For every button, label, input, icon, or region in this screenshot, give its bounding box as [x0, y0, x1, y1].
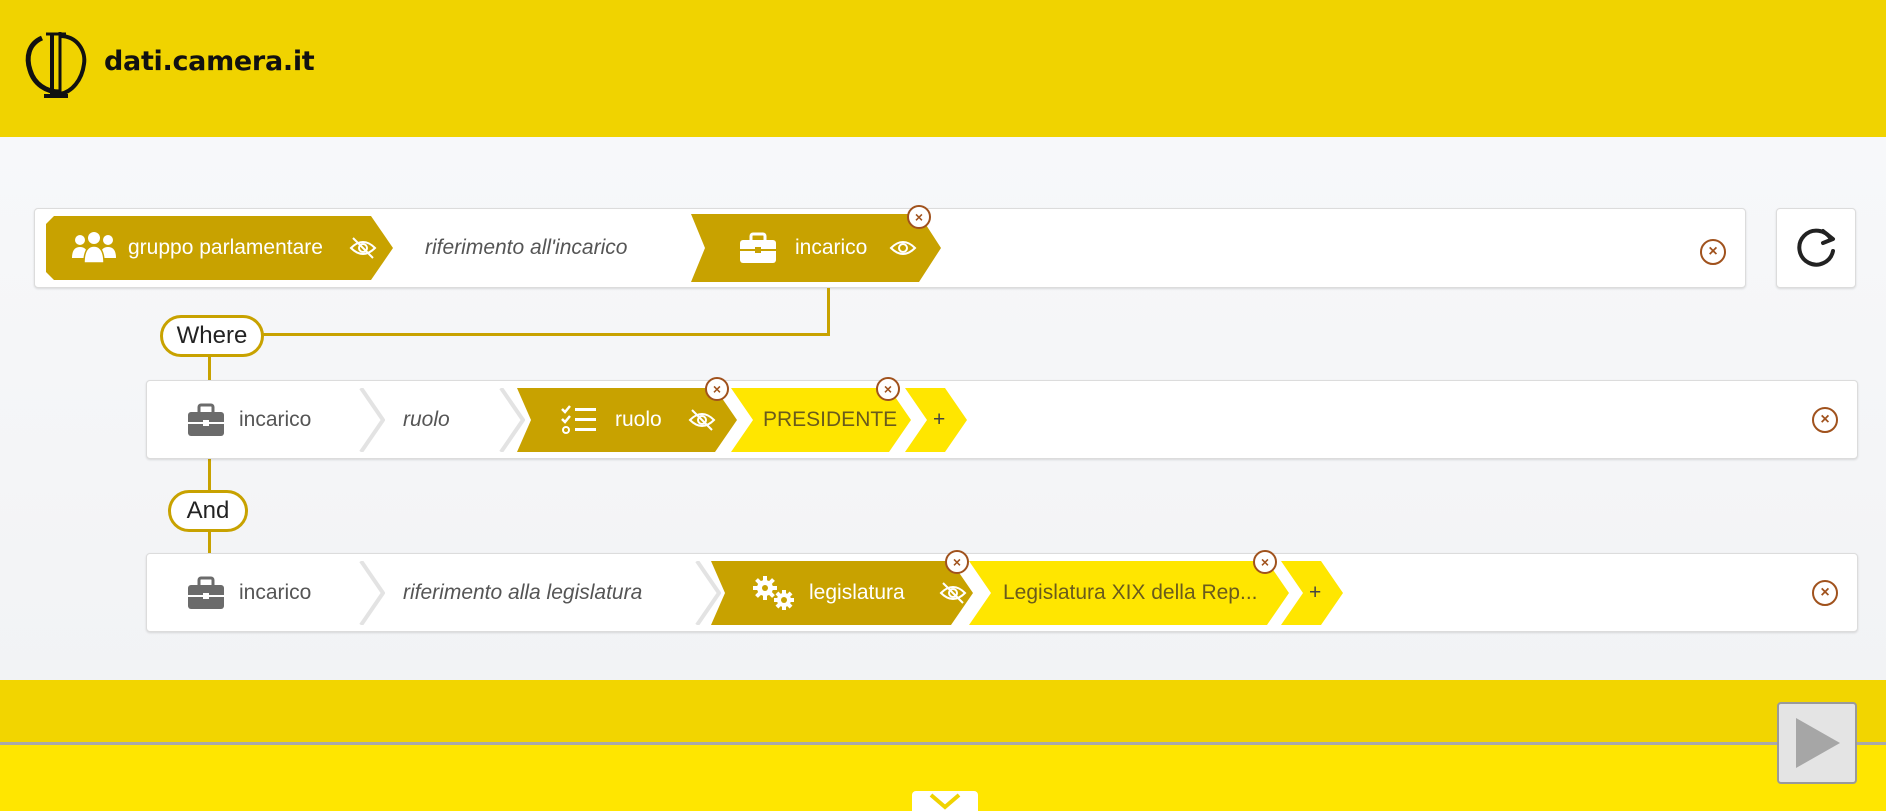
remove-object-button[interactable]: ×	[705, 377, 729, 401]
gears-icon	[751, 575, 797, 611]
briefcase-icon	[739, 232, 777, 264]
connector-line	[208, 459, 211, 491]
list-check-icon	[561, 405, 597, 435]
value-label: Legislatura XIX della Rep...	[1003, 581, 1258, 604]
object-chip-legislatura[interactable]: legislatura	[703, 561, 973, 625]
site-header: dati.camera.it	[0, 0, 1886, 137]
chevron-down-icon	[929, 793, 961, 810]
add-value-button[interactable]: +	[905, 388, 967, 452]
remove-value-button[interactable]: ×	[1253, 550, 1277, 574]
subject-label: gruppo parlamentare	[128, 236, 323, 259]
add-label: +	[933, 408, 946, 431]
connector-line	[208, 532, 211, 553]
eye-off-icon[interactable]	[939, 581, 967, 605]
value-label: PRESIDENTE	[763, 408, 898, 431]
object-chip-incarico[interactable]: incarico	[683, 214, 941, 282]
remove-object-button[interactable]: ×	[907, 205, 931, 229]
briefcase-icon	[187, 403, 225, 442]
subject-label[interactable]: incarico	[239, 388, 311, 452]
remove-object-button[interactable]: ×	[945, 550, 969, 574]
site-name[interactable]: dati.camera.it	[104, 46, 315, 77]
eye-off-icon[interactable]	[349, 236, 377, 260]
eye-icon[interactable]	[889, 238, 917, 258]
play-icon	[1796, 718, 1840, 768]
value-chip-legislatura[interactable]: Legislatura XIX della Rep...	[969, 561, 1289, 625]
connector-line	[262, 333, 830, 336]
object-label: ruolo	[615, 408, 662, 431]
group-icon	[70, 232, 118, 264]
add-value-button[interactable]: +	[1281, 561, 1343, 625]
camera-logo-icon[interactable]	[22, 28, 88, 102]
eye-off-icon[interactable]	[688, 408, 716, 432]
briefcase-icon	[187, 576, 225, 615]
connector-line	[827, 288, 830, 336]
run-query-button[interactable]	[1777, 702, 1857, 784]
remove-row-button[interactable]: ×	[1700, 239, 1726, 265]
where-badge: Where	[160, 315, 264, 357]
separator-arrow	[359, 561, 385, 625]
object-label: legislatura	[809, 581, 905, 604]
predicate-label[interactable]: riferimento all'incarico	[425, 216, 627, 280]
results-bar	[0, 680, 1886, 742]
predicate-label[interactable]: ruolo	[403, 388, 450, 452]
subject-chip-gruppo[interactable]: gruppo parlamentare	[46, 216, 393, 280]
remove-row-button[interactable]: ×	[1812, 407, 1838, 433]
expand-results-button[interactable]	[912, 791, 978, 811]
and-badge: And	[168, 490, 248, 532]
predicate-label[interactable]: riferimento alla legislatura	[403, 561, 642, 625]
connector-line	[208, 357, 211, 380]
separator-arrow	[359, 388, 385, 452]
subject-label[interactable]: incarico	[239, 561, 311, 625]
object-chip-ruolo[interactable]: ruolo	[509, 388, 737, 452]
refresh-icon	[1797, 228, 1835, 267]
remove-value-button[interactable]: ×	[876, 377, 900, 401]
main-query-row: gruppo parlamentare riferimento all'inca…	[34, 205, 1746, 288]
add-label: +	[1309, 581, 1322, 604]
remove-row-button[interactable]: ×	[1812, 580, 1838, 606]
separator-arrow	[499, 388, 525, 452]
refresh-button[interactable]	[1776, 208, 1856, 288]
filter-row: incarico riferimento alla legislatura le…	[146, 550, 1858, 632]
filter-row: incarico ruolo ruolo × PRESIDENTE × + ×	[146, 377, 1858, 459]
object-label: incarico	[795, 236, 868, 259]
